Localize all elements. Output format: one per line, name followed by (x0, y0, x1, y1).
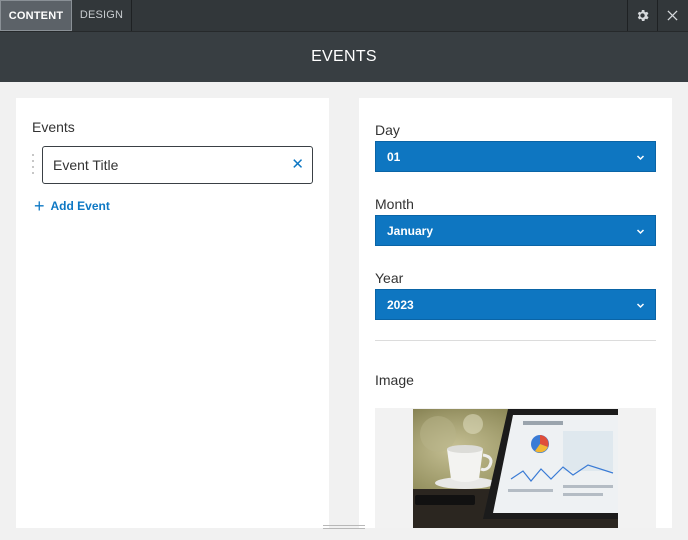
tab-design[interactable]: DESIGN (72, 0, 132, 31)
chevron-down-icon (636, 229, 645, 235)
events-label: Events (32, 119, 75, 135)
year-value: 2023 (387, 298, 414, 312)
drag-handle-icon[interactable] (31, 154, 37, 176)
close-button[interactable] (657, 0, 687, 31)
resize-handle[interactable] (323, 525, 365, 531)
close-icon (667, 10, 678, 21)
page-title: EVENTS (0, 32, 688, 82)
chevron-down-icon (636, 155, 645, 161)
day-value: 01 (387, 150, 401, 164)
add-event-button[interactable]: + Add Event (34, 197, 110, 215)
remove-icon[interactable]: ✕ (291, 156, 304, 174)
tab-content[interactable]: CONTENT (0, 0, 72, 31)
plus-icon: + (34, 196, 45, 216)
year-label: Year (375, 270, 404, 286)
event-item[interactable]: Event Title ✕ (42, 146, 313, 184)
image-upload-field[interactable] (375, 408, 656, 528)
month-value: January (387, 224, 434, 238)
settings-button[interactable] (627, 0, 657, 31)
image-label: Image (375, 372, 414, 388)
month-label: Month (375, 196, 414, 212)
gear-icon (637, 10, 649, 21)
month-select[interactable]: January (375, 215, 656, 246)
event-settings-panel: Day 01 Month January Year 2023 Image (359, 98, 672, 528)
year-select[interactable]: 2023 (375, 289, 656, 320)
chevron-down-icon (636, 303, 645, 309)
editor-toolbar: CONTENT DESIGN (0, 0, 688, 32)
events-panel: Events Event Title ✕ + Add Event (16, 98, 329, 528)
image-preview (413, 409, 618, 528)
day-label: Day (375, 122, 400, 138)
add-event-label: Add Event (50, 199, 110, 213)
event-title: Event Title (53, 157, 119, 173)
day-select[interactable]: 01 (375, 141, 656, 172)
divider (375, 340, 656, 341)
